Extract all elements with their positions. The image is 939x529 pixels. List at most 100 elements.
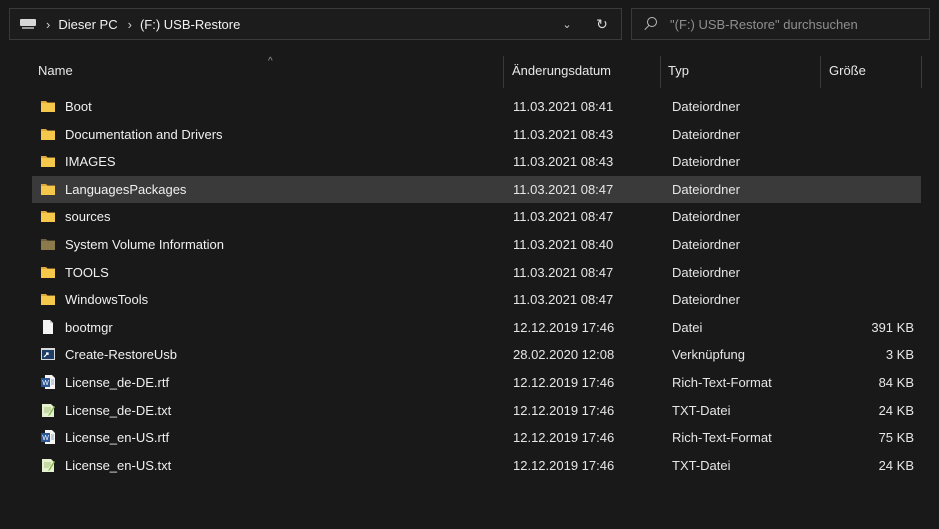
file-date: 28.02.2020 12:08	[513, 347, 615, 363]
refresh-icon[interactable]: ↻	[583, 9, 621, 39]
file-date: 12.12.2019 17:46	[513, 430, 615, 446]
file-type: TXT-Datei	[672, 457, 731, 473]
column-divider[interactable]	[503, 56, 504, 88]
column-header-row: Name Änderungsdatum Typ Größe	[0, 52, 939, 88]
breadcrumb-separator-icon[interactable]: ›	[46, 17, 50, 32]
search-box[interactable]	[631, 8, 930, 40]
folder-icon	[40, 98, 56, 114]
folder-icon	[40, 126, 56, 142]
file-type: Dateiordner	[672, 154, 740, 170]
folder-icon	[40, 181, 56, 197]
folder-icon	[40, 264, 56, 280]
svg-text:W: W	[42, 435, 49, 442]
file-name: sources	[65, 209, 111, 225]
file-type: Verknüpfung	[672, 347, 746, 363]
file-row[interactable]: W License_en-US.rtf 12.12.2019 17:46 Rich-T…	[32, 424, 921, 451]
file-date: 11.03.2021 08:40	[513, 237, 614, 252]
column-divider[interactable]	[660, 56, 661, 88]
address-bar[interactable]: › Dieser PC › (F:) USB-Restore ⌄ ↻	[9, 8, 622, 40]
file-name: License_en-US.rtf	[65, 430, 170, 446]
search-icon	[642, 15, 660, 33]
file-row[interactable]: License_de-DE.txt 12.12.2019 17:46 TXT-Dat…	[32, 397, 921, 424]
breadcrumb-usb-restore[interactable]: (F:) USB-Restore	[140, 17, 240, 32]
file-row[interactable]: W License_de-DE.rtf 12.12.2019 17:46 Rich-T…	[32, 369, 921, 396]
file-row[interactable]: Boot 11.03.2021 08:41 Dateiordner	[32, 93, 921, 120]
txt-icon	[40, 402, 56, 418]
file-name: TOOLS	[65, 264, 109, 280]
file-name: Create-RestoreUsb	[65, 347, 177, 363]
file-type: Dateiordner	[672, 126, 740, 142]
file-date: 12.12.2019 17:46	[513, 319, 615, 335]
sort-ascending-icon: ^	[268, 56, 273, 67]
address-history-dropdown-icon[interactable]: ⌄	[551, 9, 583, 39]
rtf-icon: W	[40, 374, 56, 390]
file-type: Rich-Text-Format	[672, 430, 772, 446]
file-type: Dateiordner	[672, 181, 740, 197]
file-type: TXT-Datei	[672, 402, 731, 418]
folder-icon	[40, 208, 56, 224]
rtf-icon: W	[40, 429, 56, 445]
column-header-type[interactable]: Typ	[668, 52, 689, 88]
txt-icon	[40, 457, 56, 473]
system-folder-icon	[40, 236, 56, 252]
shortcut-icon	[40, 346, 56, 362]
file-name: License_de-DE.rtf	[65, 375, 170, 390]
file-size: 3 KB	[885, 347, 914, 363]
file-type: Dateiordner	[672, 292, 740, 308]
file-icon	[40, 319, 56, 335]
column-divider[interactable]	[820, 56, 821, 88]
folder-icon	[40, 291, 56, 307]
file-type: Dateiordner	[672, 99, 740, 114]
column-header-name[interactable]: Name	[38, 52, 73, 88]
file-size: 84 KB	[878, 375, 914, 390]
file-type: Dateiordner	[672, 209, 740, 225]
file-type: Rich-Text-Format	[672, 375, 772, 390]
file-date: 11.03.2021 08:43	[513, 126, 614, 142]
file-size: 75 KB	[878, 430, 914, 446]
search-input[interactable]	[668, 15, 922, 33]
file-name: IMAGES	[65, 154, 116, 170]
this-pc-icon	[20, 19, 36, 29]
file-name: Documentation and Drivers	[65, 126, 223, 142]
file-size: 24 KB	[878, 402, 914, 418]
file-row[interactable]: System Volume Information 11.03.2021 08:4…	[32, 231, 921, 258]
file-date: 11.03.2021 08:47	[513, 181, 614, 197]
breadcrumb-this-pc[interactable]: Dieser PC	[58, 17, 117, 32]
file-size: 24 KB	[878, 457, 914, 473]
file-row[interactable]: bootmgr 12.12.2019 17:46 Datei 391 KB	[32, 314, 921, 341]
file-type: Dateiordner	[672, 237, 740, 252]
file-row[interactable]: TOOLS 11.03.2021 08:47 Dateiordner	[32, 259, 921, 286]
file-row[interactable]: IMAGES 11.03.2021 08:43 Dateiordner	[32, 148, 921, 175]
file-date: 11.03.2021 08:47	[513, 209, 614, 225]
file-row[interactable]: WindowsTools 11.03.2021 08:47 Dateiordner	[32, 286, 921, 313]
breadcrumb-separator-icon[interactable]: ›	[128, 17, 132, 32]
file-name: License_de-DE.txt	[65, 402, 172, 418]
file-name: Boot	[65, 99, 92, 114]
file-date: 11.03.2021 08:47	[513, 292, 614, 308]
navigation-bar: › Dieser PC › (F:) USB-Restore ⌄ ↻	[0, 0, 939, 48]
file-type: Dateiordner	[672, 264, 740, 280]
svg-text:W: W	[42, 380, 49, 387]
file-date: 12.12.2019 17:46	[513, 375, 615, 390]
folder-icon	[40, 153, 56, 169]
column-divider[interactable]	[921, 56, 922, 88]
file-date: 12.12.2019 17:46	[513, 402, 615, 418]
file-row[interactable]: sources 11.03.2021 08:47 Dateiordner	[32, 203, 921, 230]
column-header-date[interactable]: Änderungsdatum	[512, 52, 611, 88]
file-name: License_en-US.txt	[65, 457, 172, 473]
file-row[interactable]: Create-RestoreUsb 28.02.2020 12:08 Verknüp…	[32, 341, 921, 368]
file-name: bootmgr	[65, 319, 113, 335]
file-name: System Volume Information	[65, 237, 224, 252]
file-date: 12.12.2019 17:46	[513, 457, 615, 473]
file-date: 11.03.2021 08:47	[513, 264, 614, 280]
file-name: WindowsTools	[65, 292, 149, 308]
column-header-size[interactable]: Größe	[829, 52, 866, 88]
file-row[interactable]: License_en-US.txt 12.12.2019 17:46 TXT-Dat…	[32, 452, 921, 479]
file-date: 11.03.2021 08:41	[513, 99, 614, 114]
file-row[interactable]: LanguagesPackages 11.03.2021 08:47 Dateior…	[32, 175, 921, 203]
file-row[interactable]: Documentation and Drivers 11.03.2021 08:4…	[32, 121, 921, 148]
file-type: Datei	[672, 319, 703, 335]
file-date: 11.03.2021 08:43	[513, 154, 614, 170]
file-name: LanguagesPackages	[65, 181, 187, 197]
file-size: 391 KB	[871, 319, 914, 335]
